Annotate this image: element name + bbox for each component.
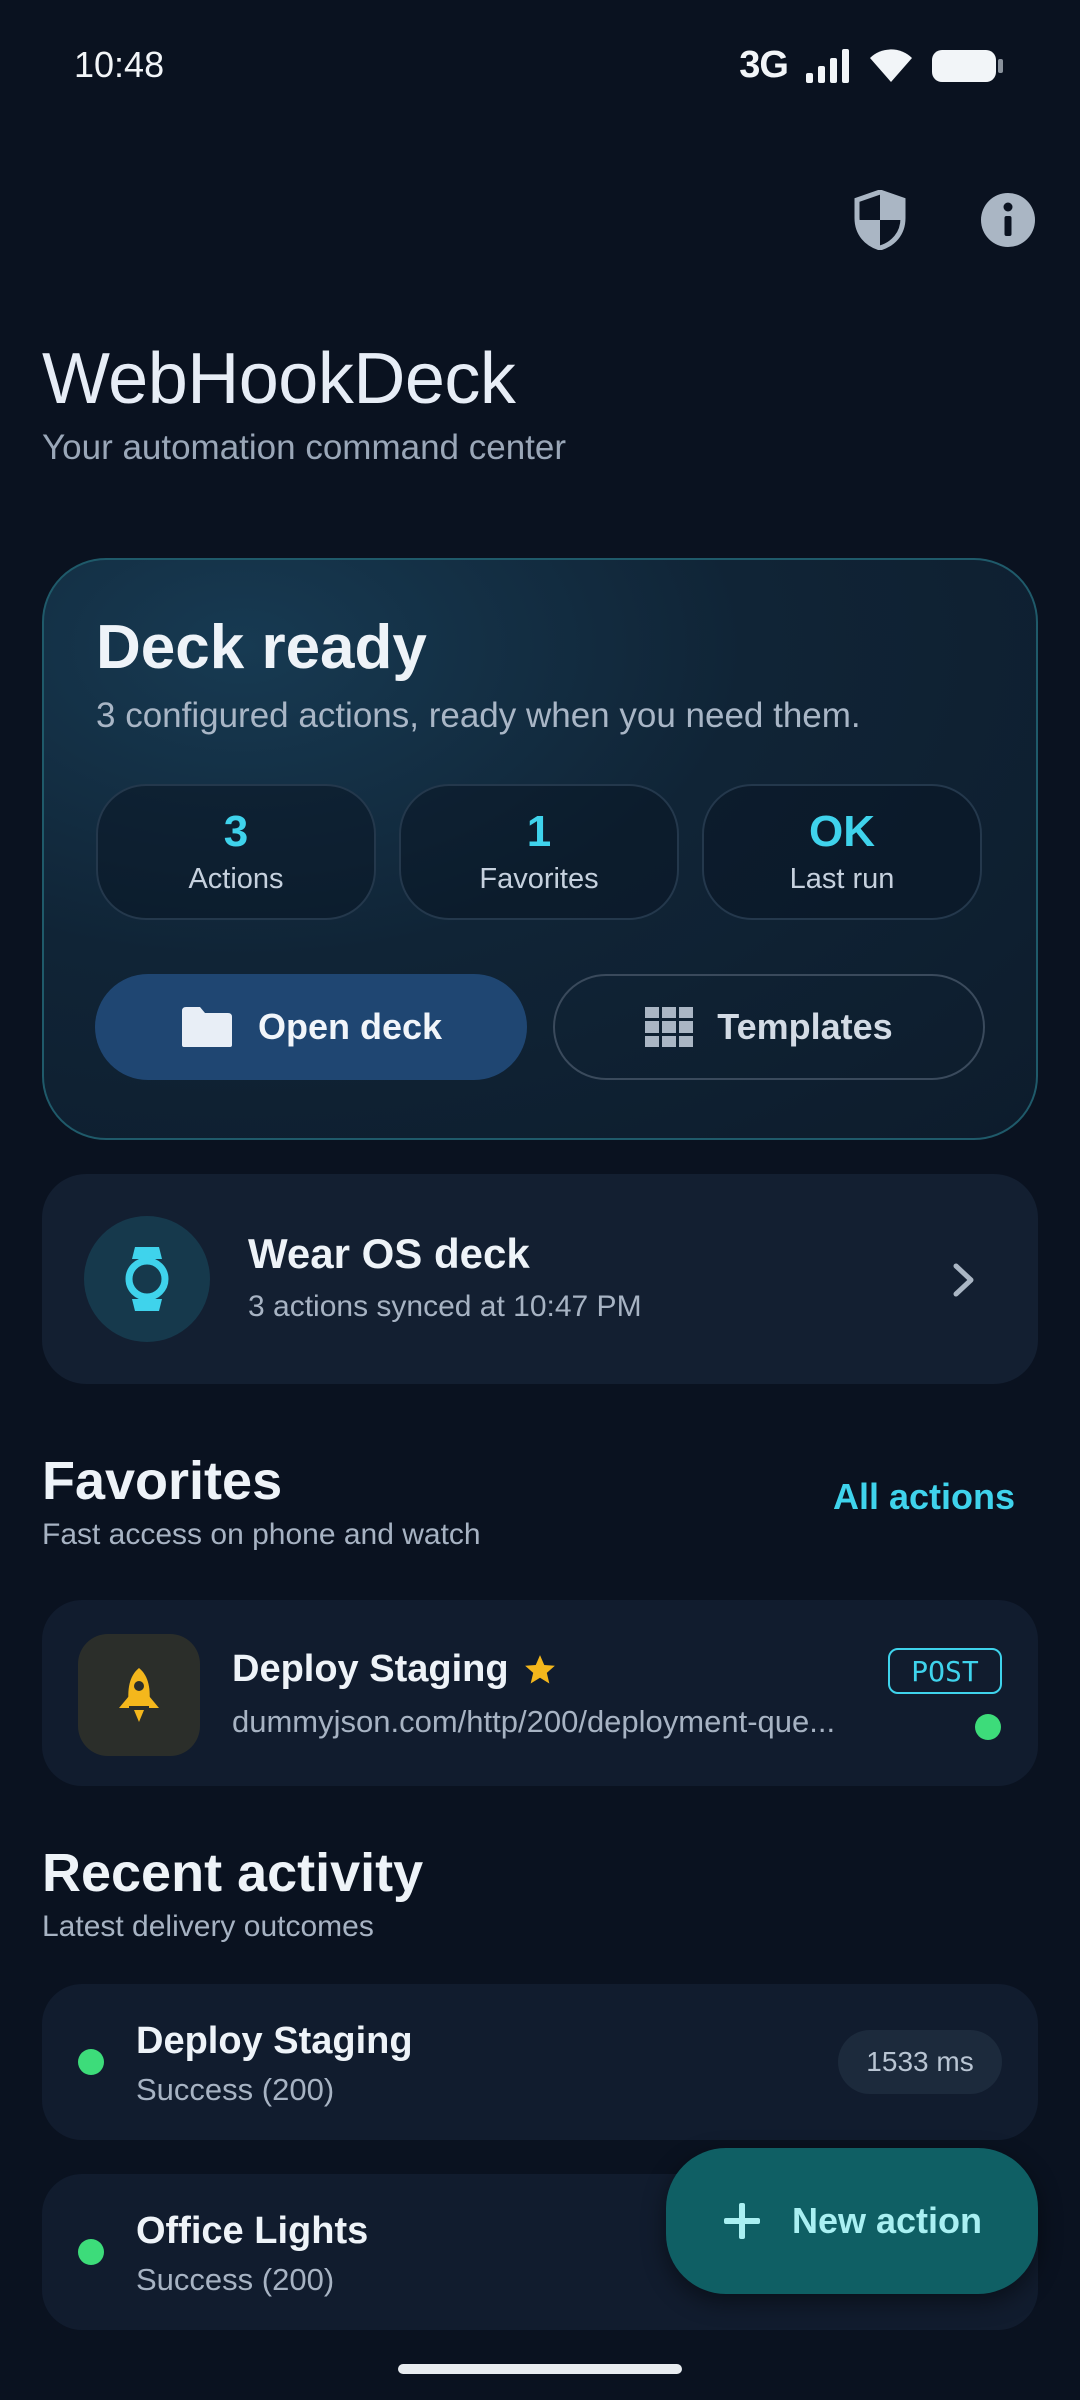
- method-badge: POST: [888, 1648, 1002, 1694]
- info-icon[interactable]: [976, 188, 1040, 252]
- battery-icon: [932, 49, 1003, 82]
- stat-value: OK: [809, 807, 875, 857]
- star-icon: [524, 1654, 555, 1683]
- stat-label: Last run: [789, 862, 895, 895]
- status-dot: [78, 2239, 104, 2265]
- status-icons: 3G: [739, 44, 1004, 87]
- favorite-name: Deploy Staging: [232, 1648, 509, 1690]
- home-indicator[interactable]: [398, 2364, 682, 2374]
- new-action-button[interactable]: New action: [666, 2148, 1038, 2294]
- app-subtitle: Your automation command center: [42, 428, 567, 467]
- recent-title: Recent activity: [42, 1843, 424, 1903]
- stat-label: Actions: [188, 862, 284, 895]
- favorites-subtitle: Fast access on phone and watch: [42, 1518, 481, 1551]
- favorite-url: dummyjson.com/http/200/deployment-que...: [232, 1704, 836, 1739]
- grid-icon: [645, 1007, 694, 1047]
- activity-status: Success (200): [136, 2262, 335, 2297]
- activity-name: Deploy Staging: [136, 2020, 413, 2062]
- status-dot: [78, 2049, 104, 2075]
- templates-label: Templates: [717, 1006, 893, 1047]
- watch-icon: [125, 1247, 169, 1311]
- signal-icon: [806, 48, 849, 83]
- wifi-icon: [870, 48, 912, 82]
- duration-badge: 1533 ms: [838, 2030, 1002, 2094]
- stat-label: Favorites: [479, 862, 599, 895]
- templates-button[interactable]: Templates: [553, 974, 985, 1080]
- status-dot: [975, 1714, 1001, 1740]
- favorites-title: Favorites: [42, 1451, 283, 1511]
- watch-icon-container: [84, 1216, 210, 1342]
- folder-icon: [181, 1007, 232, 1047]
- deck-subtitle: 3 configured actions, ready when you nee…: [96, 696, 861, 735]
- security-shield-icon[interactable]: [848, 188, 912, 252]
- plus-icon: [723, 2203, 760, 2239]
- network-type: 3G: [739, 44, 789, 86]
- app-title: WebHookDeck: [42, 339, 516, 419]
- rocket-icon-container: [78, 1634, 200, 1756]
- wear-subtitle: 3 actions synced at 10:47 PM: [248, 1290, 642, 1323]
- favorite-title-row: Deploy Staging: [232, 1648, 557, 1691]
- all-actions-link[interactable]: All actions: [833, 1476, 1015, 1518]
- recent-subtitle: Latest delivery outcomes: [42, 1910, 374, 1943]
- deck-title: Deck ready: [96, 613, 427, 682]
- stat-last-run: OK Last run: [702, 784, 982, 920]
- wear-title: Wear OS deck: [248, 1230, 530, 1277]
- open-deck-label: Open deck: [257, 1006, 443, 1047]
- stat-value: 1: [526, 807, 552, 857]
- activity-name: Office Lights: [136, 2210, 369, 2252]
- stat-actions: 3 Actions: [96, 784, 376, 920]
- new-action-label: New action: [791, 2200, 983, 2241]
- status-time: 10:48: [74, 44, 165, 85]
- chevron-right-icon: [944, 1256, 984, 1304]
- open-deck-button[interactable]: Open deck: [95, 974, 527, 1080]
- stat-value: 3: [223, 807, 249, 857]
- activity-status: Success (200): [136, 2072, 335, 2107]
- rocket-icon: [119, 1668, 159, 1722]
- stat-favorites: 1 Favorites: [399, 784, 679, 920]
